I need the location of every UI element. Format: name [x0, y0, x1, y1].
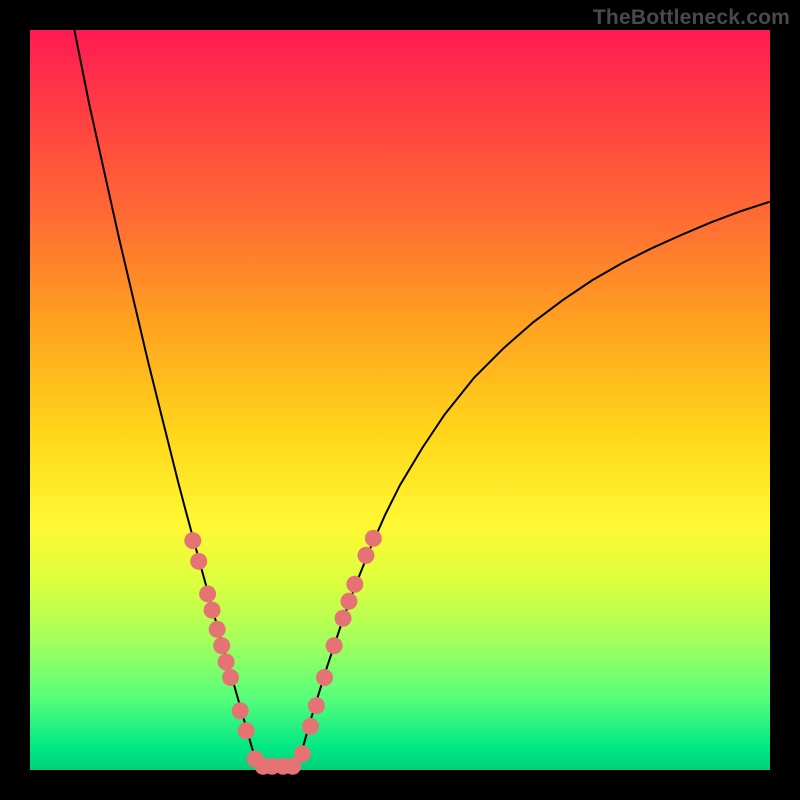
data-point — [218, 653, 235, 670]
data-point — [190, 553, 207, 570]
data-point — [357, 547, 374, 564]
data-point — [294, 745, 311, 762]
data-point — [302, 718, 319, 735]
data-point — [340, 593, 357, 610]
watermark-text: TheBottleneck.com — [593, 6, 790, 30]
data-point — [346, 576, 363, 593]
chart-overlay — [30, 30, 770, 770]
data-point — [365, 530, 382, 547]
data-point — [232, 702, 249, 719]
data-point — [316, 669, 333, 686]
data-point — [326, 637, 343, 654]
data-point — [222, 669, 239, 686]
data-point — [184, 532, 201, 549]
data-point — [213, 637, 230, 654]
chart-frame: TheBottleneck.com — [0, 0, 800, 800]
data-point — [209, 621, 226, 638]
data-point — [199, 585, 216, 602]
data-point — [308, 697, 325, 714]
curve-right-branch — [296, 202, 770, 770]
data-point — [238, 722, 255, 739]
data-point — [335, 610, 352, 627]
scatter-dots — [184, 530, 382, 775]
data-point — [204, 602, 221, 619]
